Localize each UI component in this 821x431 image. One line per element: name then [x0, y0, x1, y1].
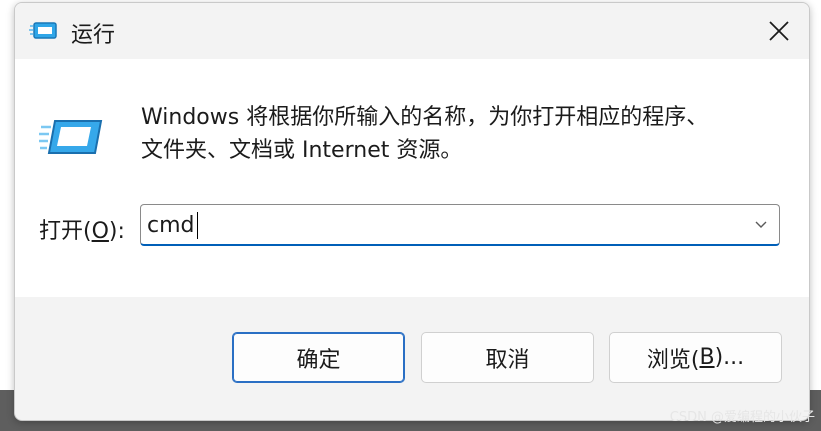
- watermark: CSDN @爱编程的小伙子: [669, 410, 815, 425]
- ok-button[interactable]: 确定: [232, 332, 405, 383]
- open-label-prefix: 打开(: [39, 219, 92, 244]
- window-title: 运行: [71, 23, 116, 48]
- text-caret: [197, 212, 198, 239]
- open-label: 打开(O):: [39, 213, 125, 245]
- browse-label-suffix: )...: [714, 345, 745, 370]
- run-app-icon: [29, 22, 57, 39]
- close-icon: [769, 21, 789, 41]
- browse-label-prefix: 浏览(: [646, 347, 700, 373]
- browse-button[interactable]: 浏览(B)...: [609, 332, 782, 383]
- dialog-content: Windows 将根据你所输入的名称，为你打开相应的程序、 文件夹、文档或 In…: [15, 59, 809, 297]
- browse-label-mnemonic: B: [699, 345, 715, 370]
- cancel-button[interactable]: 取消: [421, 332, 594, 383]
- open-input[interactable]: [147, 209, 737, 241]
- open-combobox[interactable]: [140, 204, 780, 246]
- dialog-description: Windows 将根据你所输入的名称，为你打开相应的程序、 文件夹、文档或 In…: [141, 101, 781, 167]
- open-label-mnemonic: O: [91, 219, 109, 244]
- description-line-1: Windows 将根据你所输入的名称，为你打开相应的程序、: [141, 105, 709, 130]
- close-button[interactable]: [749, 3, 809, 59]
- run-dialog: 运行 Windows 将根据你所输入的名称，为你打开相应的程序、 文件夹、文档或…: [14, 2, 810, 421]
- title-bar[interactable]: 运行: [15, 3, 809, 59]
- run-dialog-icon: [39, 120, 103, 154]
- open-label-suffix: ):: [108, 219, 125, 244]
- chevron-down-icon[interactable]: [753, 217, 769, 233]
- description-line-2: 文件夹、文档或 Internet 资源。: [141, 138, 463, 163]
